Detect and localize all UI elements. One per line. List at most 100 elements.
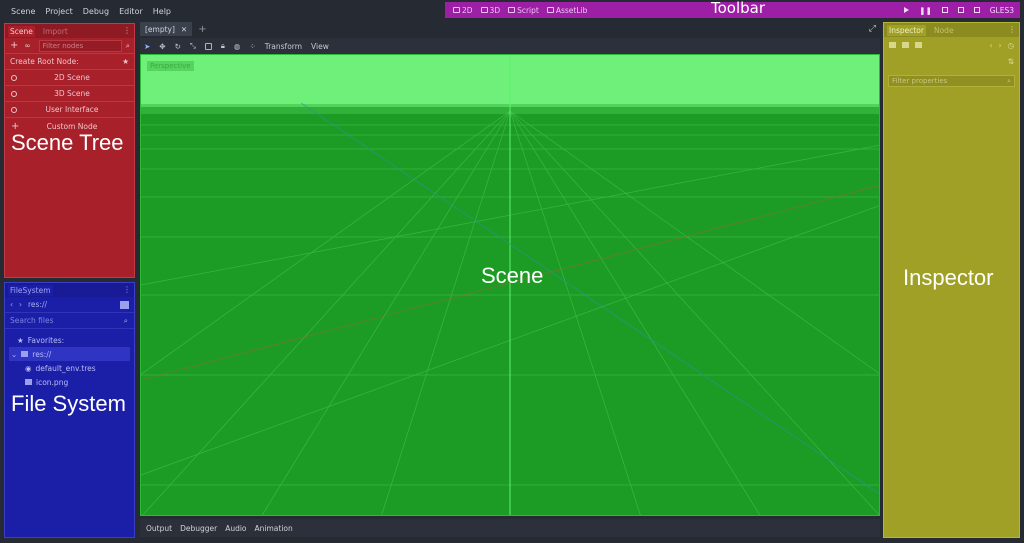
toolbar: 2D 3D Script AssetLib Toolbar ❚❚ GLES3 [445, 0, 1020, 18]
image-icon [25, 379, 32, 385]
filter-nodes-input[interactable]: Filter nodes [38, 39, 122, 52]
search-icon: ⌕ [1007, 77, 1011, 85]
create-root-label: Create Root Node: [10, 57, 79, 66]
tab-debugger[interactable]: Debugger [180, 524, 217, 533]
3d-icon [480, 7, 488, 13]
control-icon [11, 106, 17, 113]
scene-tree-overlay-label: Scene Tree [11, 130, 124, 155]
close-icon[interactable]: ✕ [181, 25, 187, 34]
fs-path-row: ‹ › res:// [5, 297, 134, 313]
menu-bar: Scene Project Debug Editor Help [0, 0, 445, 22]
search-files-input[interactable]: Search files [10, 316, 53, 325]
inspector-menu-icon[interactable]: ⋮ [1008, 25, 1016, 34]
star-icon: ★ [17, 335, 24, 345]
playback-controls: ❚❚ GLES3 [904, 2, 1014, 18]
rotate-tool-icon[interactable]: ↻ [175, 42, 181, 51]
group-icon[interactable]: ◍ [234, 42, 241, 51]
chevron-down-icon: ⌄ [11, 349, 18, 359]
filesystem-dock: FileSystem ⋮ ‹ › res:// Search files ⌕ ★… [4, 282, 135, 538]
scene-dock-tabs: Scene Import [5, 24, 134, 38]
menu-help[interactable]: Help [148, 7, 176, 16]
renderer-select[interactable]: GLES3 [990, 6, 1014, 15]
back-icon[interactable]: ‹ [989, 41, 992, 50]
snap-icon[interactable]: ⁘ [249, 42, 255, 51]
stop-icon[interactable] [941, 7, 948, 13]
folder-icon [21, 351, 29, 357]
tab-audio[interactable]: Audio [225, 524, 246, 533]
menu-editor[interactable]: Editor [114, 7, 148, 16]
fs-menu-icon[interactable]: ⋮ [123, 285, 131, 294]
tab-inspector[interactable]: Inspector [887, 24, 926, 36]
tab-node[interactable]: Node [932, 25, 956, 36]
tab-animation[interactable]: Animation [255, 524, 293, 533]
file-system-overlay-label: File System [11, 391, 126, 416]
select-tool-icon[interactable]: ➤ [144, 42, 150, 51]
fs-search-row: Search files ⌕ [5, 313, 134, 329]
scene-viewport[interactable]: Perspective Scene [140, 54, 880, 516]
split-view-icon[interactable] [120, 300, 129, 309]
inspector-toolbar: ‹ › ◷ [884, 37, 1019, 53]
history-icon[interactable]: ◷ [1007, 41, 1014, 50]
play-custom-icon[interactable] [973, 7, 980, 13]
environment-icon: ◉ [25, 363, 32, 373]
pause-icon[interactable]: ❚❚ [919, 6, 932, 15]
filter-properties-input[interactable]: Filter properties ⌕ [888, 75, 1015, 87]
open-folder-icon[interactable] [902, 42, 909, 48]
bottom-panel: Output Debugger Audio Animation [140, 519, 880, 537]
perspective-menu[interactable]: Perspective [147, 61, 194, 71]
scene-tabs: [empty] ✕ + ⤢ [140, 22, 880, 36]
spatial-icon [11, 90, 17, 97]
tab-import[interactable]: Import [41, 26, 70, 37]
assetlib-icon [546, 7, 554, 13]
move-tool-icon[interactable]: ✥ [159, 42, 165, 51]
file-item[interactable]: ◉ default_env.tres [9, 361, 130, 375]
scene-dock: Scene Import ⋮ + ∞ Filter nodes ⌕ Create… [4, 23, 135, 278]
node2d-icon [11, 74, 17, 81]
sort-icon[interactable]: ⇅ [1008, 57, 1014, 66]
file-item[interactable]: icon.png [9, 375, 130, 389]
create-root-row: Create Root Node: ★ [5, 54, 134, 70]
filesystem-dock-tabs: FileSystem [5, 283, 134, 297]
scale-tool-icon[interactable]: ⤡ [190, 41, 196, 51]
mode-3d-button[interactable]: 3D [480, 6, 500, 15]
res-folder-item[interactable]: ⌄ res:// [9, 347, 130, 361]
menu-debug[interactable]: Debug [78, 7, 114, 16]
add-node-icon[interactable]: + [10, 40, 18, 51]
play-scene-icon[interactable] [957, 7, 964, 13]
root-2d-scene[interactable]: 2D Scene [5, 70, 134, 86]
tab-filesystem[interactable]: FileSystem [8, 284, 53, 296]
mode-assetlib-button[interactable]: AssetLib [546, 6, 587, 15]
back-icon[interactable]: ‹ [10, 300, 13, 309]
scene-tab-empty[interactable]: [empty] ✕ [140, 22, 193, 36]
root-3d-scene[interactable]: 3D Scene [5, 86, 134, 102]
forward-icon[interactable]: › [19, 300, 22, 309]
tab-output[interactable]: Output [146, 524, 172, 533]
dock-menu-icon[interactable]: ⋮ [123, 26, 131, 35]
scene-overlay-label: Scene [481, 263, 544, 288]
mode-script-button[interactable]: Script [508, 6, 539, 15]
favorite-star-icon[interactable]: ★ [122, 57, 129, 66]
search-icon: ⌕ [125, 40, 130, 50]
view-menu[interactable]: View [311, 42, 329, 51]
list-select-icon[interactable] [204, 42, 212, 50]
forward-icon[interactable]: › [998, 41, 1001, 50]
play-icon[interactable] [904, 7, 910, 13]
save-icon[interactable] [915, 42, 922, 48]
lock-icon[interactable]: 🔒︎ [221, 41, 225, 51]
toolbar-overlay-label: Toolbar [711, 0, 766, 17]
mode-2d-button[interactable]: 2D [453, 6, 473, 15]
viewport-toolbar: ➤ ✥ ↻ ⤡ 🔒︎ ◍ ⁘ Transform View [140, 38, 880, 54]
tab-scene[interactable]: Scene [8, 25, 35, 37]
script-icon [508, 7, 516, 13]
root-user-interface[interactable]: User Interface [5, 102, 134, 118]
fs-path-field[interactable]: res:// [28, 300, 47, 309]
menu-project[interactable]: Project [40, 7, 77, 16]
favorites-item[interactable]: ★ Favorites: [9, 333, 130, 347]
menu-scene[interactable]: Scene [6, 7, 40, 16]
transform-menu[interactable]: Transform [265, 42, 302, 51]
add-tab-icon[interactable]: + [198, 24, 206, 35]
new-resource-icon[interactable] [889, 42, 896, 48]
inspector-tabs: Inspector Node [884, 23, 1019, 37]
distraction-free-icon[interactable]: ⤢ [869, 24, 876, 34]
link-icon[interactable]: ∞ [24, 41, 30, 50]
